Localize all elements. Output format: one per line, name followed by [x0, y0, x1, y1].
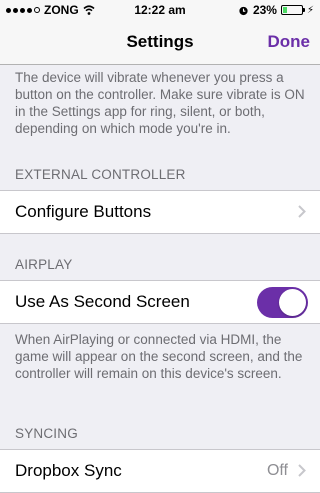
dropbox-sync-value: Off [266, 462, 288, 479]
dropbox-sync-cell[interactable]: Dropbox Sync Off [0, 449, 320, 493]
charging-bolt-icon: ⚡ [306, 4, 314, 16]
second-screen-cell: Use As Second Screen [0, 280, 320, 324]
battery-percent: 23% [252, 3, 277, 17]
status-bar: ZONG 12:22 am 23% ⚡ [0, 0, 320, 20]
section-header-syncing: SYNCING [15, 426, 78, 441]
second-screen-label: Use As Second Screen [15, 292, 190, 311]
navigation-bar: Settings Done [0, 20, 320, 65]
section-header-airplay: AIRPLAY [15, 257, 73, 272]
dropbox-sync-label: Dropbox Sync [15, 461, 122, 480]
chevron-right-icon [298, 464, 306, 477]
toggle-knob [279, 289, 306, 316]
battery-fill [282, 7, 288, 13]
chevron-right-icon [298, 205, 306, 218]
vibration-note: The device will vibrate whenever you pre… [15, 70, 305, 136]
alarm-clock-icon [239, 6, 248, 15]
configure-buttons-cell[interactable]: Configure Buttons [0, 190, 320, 234]
section-header-external-controller: EXTERNAL CONTROLLER [15, 167, 186, 182]
battery-icon [280, 5, 305, 15]
configure-buttons-label: Configure Buttons [15, 202, 152, 221]
done-button[interactable]: Done [268, 32, 311, 52]
status-right: 23% ⚡ [238, 3, 314, 17]
second-screen-toggle[interactable] [257, 287, 308, 318]
airplay-footer-note: When AirPlaying or connected via HDMI, t… [15, 332, 303, 381]
